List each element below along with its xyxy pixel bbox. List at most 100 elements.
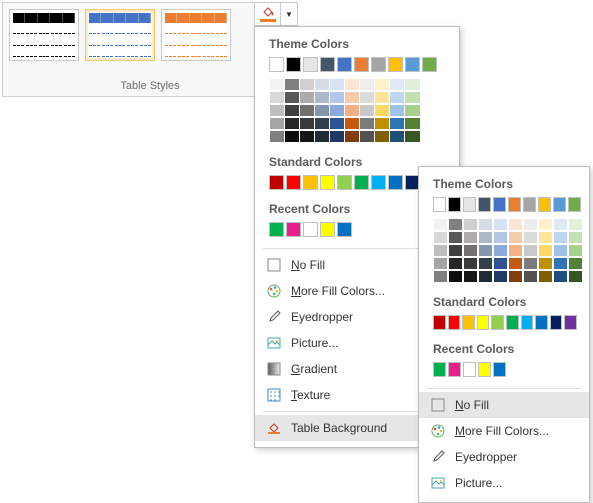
color-swatch[interactable] xyxy=(478,244,493,257)
color-swatch[interactable] xyxy=(320,57,335,72)
color-swatch[interactable] xyxy=(553,218,568,231)
color-swatch[interactable] xyxy=(508,231,523,244)
color-swatch[interactable] xyxy=(448,244,463,257)
color-swatch[interactable] xyxy=(523,231,538,244)
color-swatch[interactable] xyxy=(493,257,508,270)
color-swatch[interactable] xyxy=(371,175,386,190)
color-swatch[interactable] xyxy=(553,257,568,270)
color-swatch[interactable] xyxy=(493,218,508,231)
picture-item[interactable]: Picture... xyxy=(419,470,589,496)
color-swatch[interactable] xyxy=(463,218,478,231)
color-swatch[interactable] xyxy=(463,257,478,270)
color-swatch[interactable] xyxy=(388,175,403,190)
chevron-down-icon[interactable]: ▼ xyxy=(281,10,297,19)
color-swatch[interactable] xyxy=(493,244,508,257)
color-swatch[interactable] xyxy=(286,222,301,237)
color-swatch[interactable] xyxy=(506,315,519,330)
color-swatch[interactable] xyxy=(371,57,386,72)
color-swatch[interactable] xyxy=(269,175,284,190)
color-swatch[interactable] xyxy=(433,197,446,212)
no-fill-item[interactable]: No Fill xyxy=(419,392,589,418)
color-swatch[interactable] xyxy=(535,315,548,330)
color-swatch[interactable] xyxy=(286,57,301,72)
color-swatch[interactable] xyxy=(354,175,369,190)
color-swatch[interactable] xyxy=(354,57,369,72)
color-swatch[interactable] xyxy=(491,315,504,330)
color-swatch[interactable] xyxy=(477,315,490,330)
color-swatch[interactable] xyxy=(478,197,491,212)
color-swatch[interactable] xyxy=(523,218,538,231)
color-swatch[interactable] xyxy=(433,231,448,244)
color-swatch[interactable] xyxy=(478,362,491,377)
color-swatch[interactable] xyxy=(320,175,335,190)
color-swatch[interactable] xyxy=(508,244,523,257)
color-swatch[interactable] xyxy=(508,218,523,231)
color-swatch[interactable] xyxy=(463,231,478,244)
color-swatch[interactable] xyxy=(521,315,534,330)
color-swatch[interactable] xyxy=(448,362,461,377)
color-swatch[interactable] xyxy=(448,218,463,231)
color-swatch[interactable] xyxy=(463,197,476,212)
color-swatch[interactable] xyxy=(303,175,318,190)
color-swatch[interactable] xyxy=(337,57,352,72)
color-swatch[interactable] xyxy=(448,270,463,283)
eyedropper-item[interactable]: Eyedropper xyxy=(419,444,589,470)
color-swatch[interactable] xyxy=(433,257,448,270)
color-swatch[interactable] xyxy=(478,218,493,231)
color-swatch[interactable] xyxy=(553,270,568,283)
color-swatch[interactable] xyxy=(478,270,493,283)
color-swatch[interactable] xyxy=(568,244,583,257)
color-swatch[interactable] xyxy=(564,315,577,330)
color-swatch[interactable] xyxy=(553,231,568,244)
color-swatch[interactable] xyxy=(568,270,583,283)
color-swatch[interactable] xyxy=(462,315,475,330)
color-swatch[interactable] xyxy=(553,197,566,212)
color-swatch[interactable] xyxy=(448,231,463,244)
color-swatch[interactable] xyxy=(405,57,420,72)
color-swatch[interactable] xyxy=(493,231,508,244)
color-swatch[interactable] xyxy=(463,270,478,283)
color-swatch[interactable] xyxy=(448,197,461,212)
color-swatch[interactable] xyxy=(538,197,551,212)
color-swatch[interactable] xyxy=(463,362,476,377)
color-swatch[interactable] xyxy=(508,257,523,270)
color-swatch[interactable] xyxy=(568,257,583,270)
table-style-thumb-3[interactable] xyxy=(161,9,231,61)
color-swatch[interactable] xyxy=(337,175,352,190)
color-swatch[interactable] xyxy=(478,231,493,244)
color-swatch[interactable] xyxy=(404,78,421,91)
table-style-thumb-1[interactable] xyxy=(9,9,79,61)
color-swatch[interactable] xyxy=(568,197,581,212)
more-fill-colors-item[interactable]: More Fill Colors... xyxy=(419,418,589,444)
color-swatch[interactable] xyxy=(404,130,421,143)
color-swatch[interactable] xyxy=(463,244,478,257)
color-swatch[interactable] xyxy=(404,91,421,104)
color-swatch[interactable] xyxy=(448,257,463,270)
color-swatch[interactable] xyxy=(320,222,335,237)
color-swatch[interactable] xyxy=(448,315,461,330)
color-swatch[interactable] xyxy=(493,362,506,377)
color-swatch[interactable] xyxy=(433,218,448,231)
color-swatch[interactable] xyxy=(337,222,352,237)
color-swatch[interactable] xyxy=(523,197,536,212)
color-swatch[interactable] xyxy=(493,197,506,212)
color-swatch[interactable] xyxy=(433,315,446,330)
color-swatch[interactable] xyxy=(508,197,521,212)
color-swatch[interactable] xyxy=(478,257,493,270)
color-swatch[interactable] xyxy=(538,244,553,257)
color-swatch[interactable] xyxy=(538,218,553,231)
color-swatch[interactable] xyxy=(433,362,446,377)
color-swatch[interactable] xyxy=(404,117,421,130)
color-swatch[interactable] xyxy=(422,57,437,72)
color-swatch[interactable] xyxy=(493,270,508,283)
table-style-thumb-2[interactable] xyxy=(85,9,155,61)
color-swatch[interactable] xyxy=(404,104,421,117)
color-swatch[interactable] xyxy=(433,244,448,257)
color-swatch[interactable] xyxy=(269,222,284,237)
color-swatch[interactable] xyxy=(303,57,318,72)
shading-split-button[interactable]: ▼ xyxy=(254,2,298,26)
color-swatch[interactable] xyxy=(523,257,538,270)
color-swatch[interactable] xyxy=(538,257,553,270)
color-swatch[interactable] xyxy=(433,270,448,283)
color-swatch[interactable] xyxy=(523,270,538,283)
